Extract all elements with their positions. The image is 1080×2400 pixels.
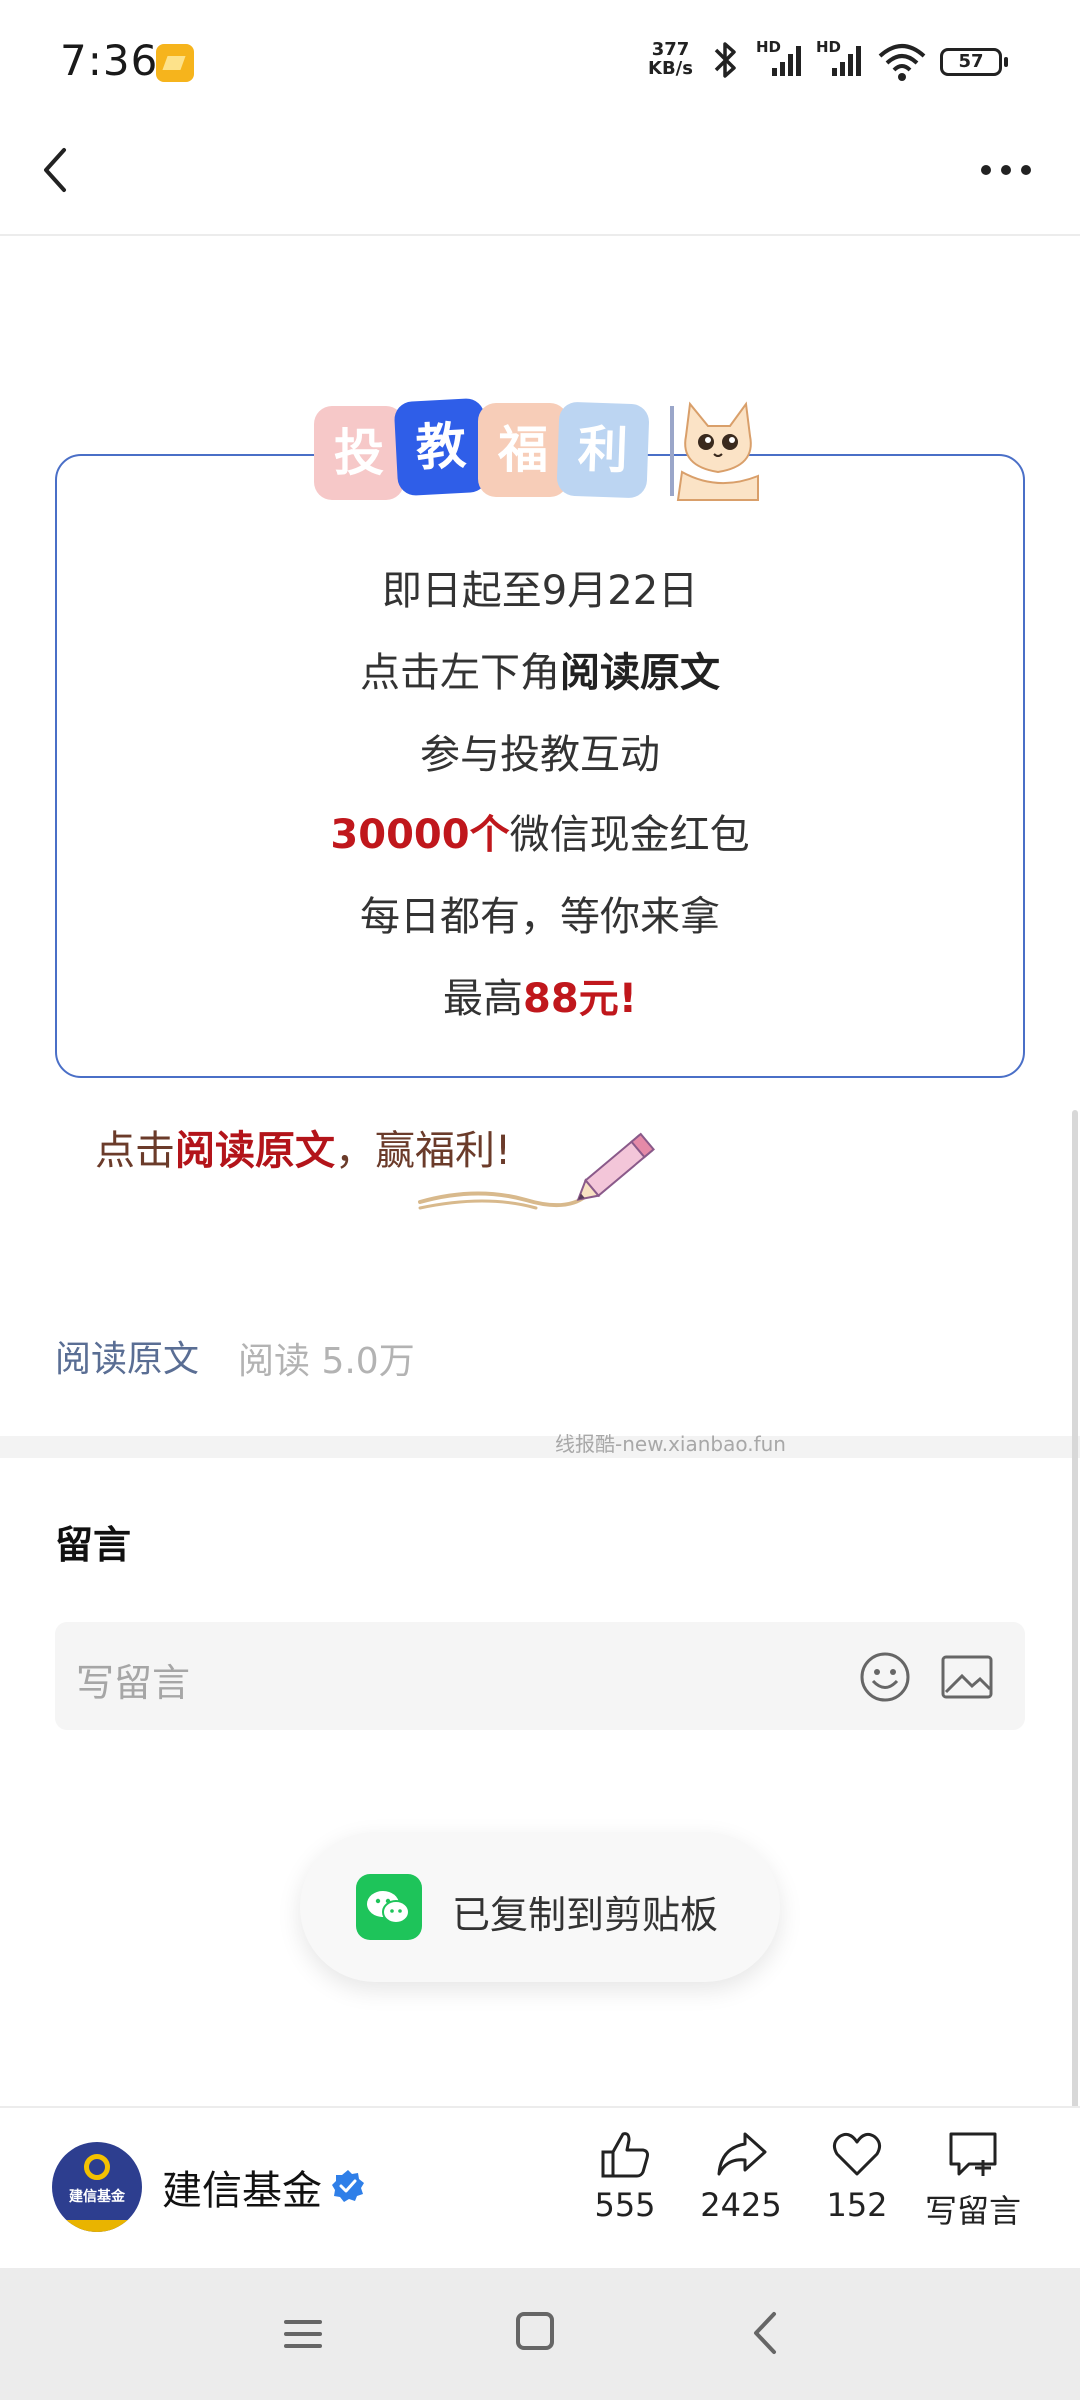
promo-line-date: 即日起至9月22日: [381, 568, 699, 614]
fund-logo-icon: [84, 2154, 110, 2180]
back-button[interactable]: [30, 140, 80, 200]
avatar-stripe: [52, 2220, 142, 2232]
pencil-doodle-icon: [418, 1132, 655, 1210]
toast-message: 已复制到剪贴板: [452, 1893, 719, 1937]
like-button[interactable]: 555: [570, 2126, 680, 2224]
favorite-count: 152: [826, 2186, 888, 2224]
share-arrow-icon: [717, 2132, 767, 2176]
image-upload-icon[interactable]: [940, 1652, 994, 1702]
cta-highlight: 阅读原文: [175, 1128, 335, 1174]
cat-mascot-icon: [670, 401, 759, 501]
wechat-icon: [356, 1874, 422, 1940]
promo-line6-highlight: 88元!: [523, 976, 637, 1022]
comment-placeholder: 写留言: [76, 1661, 191, 1705]
cta-prefix: 点击: [95, 1128, 175, 1174]
cell-signal-2-icon: HD: [816, 38, 868, 82]
promo-line6-prefix: 最高: [443, 976, 524, 1022]
promo-line-max: 最高88元!: [55, 966, 1025, 1024]
heart-icon: [832, 2132, 882, 2176]
promo-line-participate: 参与投教互动: [420, 732, 660, 778]
home-icon[interactable]: [514, 2310, 556, 2352]
comment-add-icon: [949, 2132, 997, 2176]
write-comment-button[interactable]: 写留言: [918, 2126, 1028, 2232]
status-time: 7:36: [60, 36, 159, 85]
promo-line-instruction: 点击左下角阅读原文: [55, 640, 1025, 698]
like-count: 555: [594, 2186, 656, 2224]
read-original-link[interactable]: 阅读原文: [55, 1330, 199, 1382]
promo-line-daily: 每日都有，等你来拿: [360, 894, 720, 940]
verified-badge-icon: [332, 2170, 364, 2202]
gallery-notification-icon: [156, 44, 194, 82]
share-count: 2425: [700, 2186, 782, 2224]
account-name[interactable]: 建信基金: [162, 2158, 322, 2216]
read-count: 阅读 5.0万: [238, 1341, 415, 1382]
scrollbar[interactable]: [1072, 1110, 1078, 2250]
avatar-label: 建信基金: [69, 2189, 125, 2205]
system-back-icon[interactable]: [750, 2310, 780, 2356]
write-comment-label: 写留言: [924, 2192, 1021, 2230]
account-avatar[interactable]: 建信基金: [52, 2142, 142, 2232]
signal-1-label: HD: [756, 38, 782, 56]
promo-line2-prefix: 点击左下角: [360, 650, 560, 696]
promo-line2-bold: 阅读原文: [560, 650, 720, 696]
network-speed-unit: KB/s: [648, 58, 693, 79]
promo-line4-rest: 微信现金红包: [509, 812, 750, 858]
more-options-button[interactable]: [976, 150, 1036, 190]
favorite-button[interactable]: 152: [802, 2126, 912, 2224]
watermark-text: 线报酷-new.xianbao.fun: [555, 1432, 786, 1456]
title-tile-4: 利: [556, 401, 650, 499]
comments-title: 留言: [55, 1523, 132, 1567]
network-speed: 377 KB/s: [648, 40, 693, 78]
network-speed-value: 377: [651, 39, 690, 60]
bluetooth-icon: [714, 42, 736, 78]
thumbs-up-icon: [601, 2132, 649, 2178]
section-divider: [0, 1436, 1080, 1458]
recent-apps-icon[interactable]: [282, 2314, 324, 2354]
wifi-icon: [878, 44, 926, 81]
promo-line4-highlight: 30000个: [330, 812, 510, 858]
battery-indicator: 57: [940, 48, 1008, 76]
signal-2-label: HD: [816, 38, 842, 56]
emoji-icon[interactable]: [858, 1650, 912, 1704]
title-tile-1: 投: [314, 406, 404, 500]
title-tile-3: 福: [478, 403, 568, 497]
top-nav-bar: [0, 130, 1080, 236]
cell-signal-1-icon: HD: [756, 38, 808, 82]
title-tile-2: 教: [393, 397, 489, 497]
share-button[interactable]: 2425: [686, 2126, 796, 2224]
promo-line-redpacket: 30000个微信现金红包: [55, 802, 1025, 860]
